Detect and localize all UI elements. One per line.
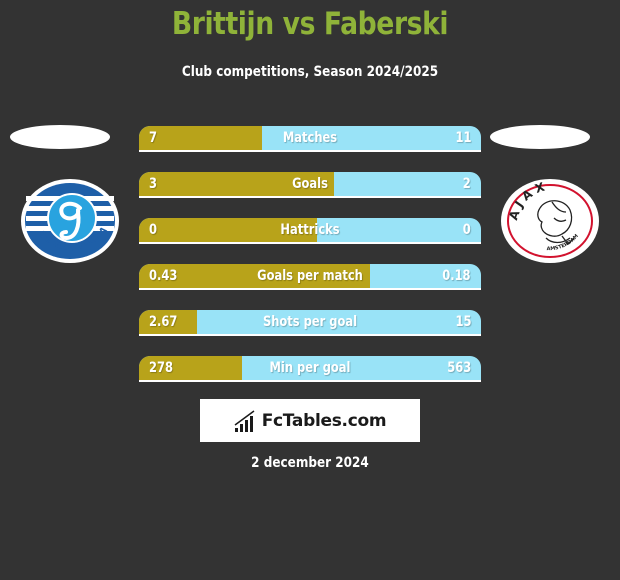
right-value: 563: [447, 360, 471, 376]
left-value: 3: [149, 176, 157, 192]
report-date: 2 december 2024: [251, 455, 369, 471]
right-value: 2: [463, 176, 471, 192]
page-title: Brittijn vs Faberski: [171, 6, 449, 42]
right-team-badge-placeholder: [490, 125, 590, 149]
stat-row-goals-per-match: Goals per match 0.43 0.18: [139, 264, 481, 290]
ajax-crest-icon: AJAX AMSTERDAM: [501, 178, 599, 263]
brand-name: FcTables.com: [261, 410, 387, 431]
de-graafschap-crest-icon: DE GRAAFSCHAP: [17, 171, 119, 263]
stat-label: Matches: [282, 130, 338, 146]
stat-label: Goals: [292, 176, 328, 192]
stat-row-goals: Goals 3 2: [139, 172, 481, 198]
de-graafschap-logo: DE GRAAFSCHAP: [17, 171, 120, 264]
left-value: 278: [149, 360, 173, 376]
right-value: 11: [455, 130, 471, 146]
stat-row-min-per-goal: Min per goal 278 563: [139, 356, 481, 382]
right-value: 15: [455, 314, 471, 330]
stat-row-matches: Matches 7 11: [139, 126, 481, 152]
stat-row-shots-per-goal: Shots per goal 2.67 15: [139, 310, 481, 336]
bar-chart-icon: [234, 409, 255, 432]
ajax-logo: AJAX AMSTERDAM: [500, 178, 600, 264]
left-value: 2.67: [149, 314, 178, 330]
left-team-badge-placeholder: [10, 125, 110, 149]
right-value: 0: [463, 222, 471, 238]
fctables-brand[interactable]: FcTables.com: [200, 399, 420, 442]
stat-label: Goals per match: [257, 268, 363, 284]
right-value: 0.18: [442, 268, 471, 284]
left-value: 0: [149, 222, 157, 238]
left-value: 0.43: [149, 268, 178, 284]
stat-row-hattricks: Hattricks 0 0: [139, 218, 481, 244]
left-value: 7: [149, 130, 157, 146]
stat-label: Hattricks: [280, 222, 340, 238]
page-subtitle: Club competitions, Season 2024/2025: [181, 64, 439, 80]
stat-label: Shots per goal: [262, 314, 358, 330]
stat-label: Min per goal: [269, 360, 351, 376]
